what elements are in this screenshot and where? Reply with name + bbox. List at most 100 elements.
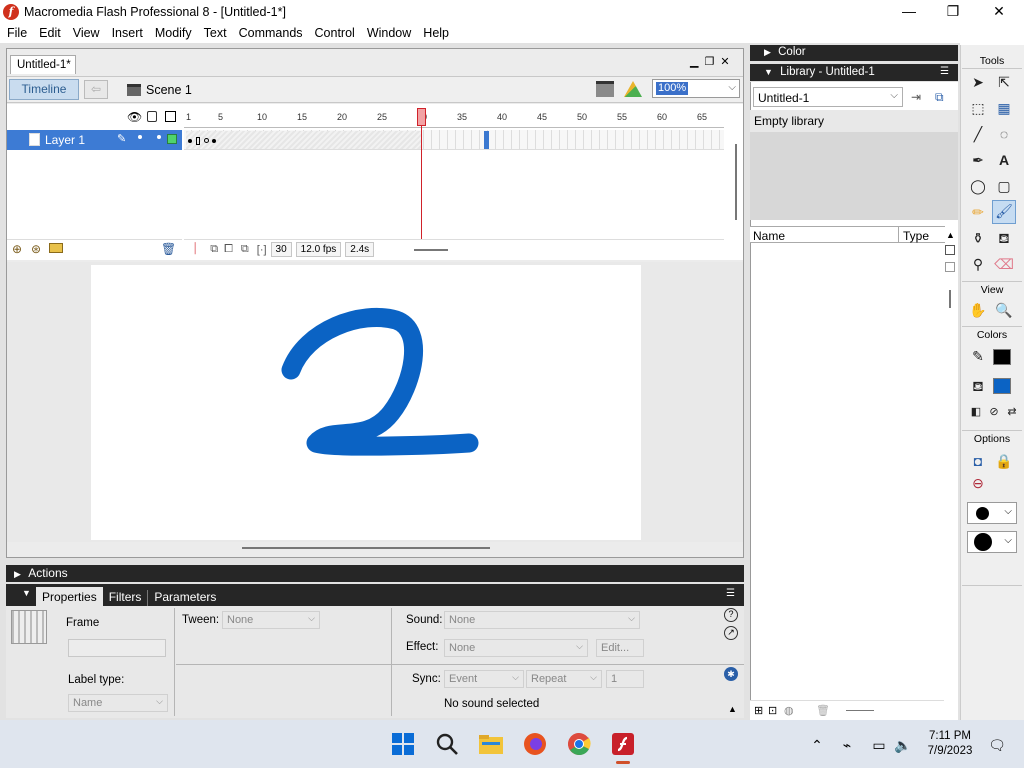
timeline-hscroll[interactable]: [414, 248, 449, 251]
actions-panel-bar[interactable]: ▶ Actions: [6, 565, 744, 582]
label-type-select[interactable]: Name ⌵: [68, 694, 168, 712]
onion-outline-icon[interactable]: ⧠: [224, 243, 233, 256]
windows-start-icon[interactable]: [390, 732, 416, 758]
playhead-handle[interactable]: [417, 108, 426, 126]
doc-close-icon[interactable]: ✕: [720, 55, 729, 71]
outline-icon[interactable]: [165, 111, 176, 122]
empty-keyframe[interactable]: [204, 138, 209, 143]
frame-ruler[interactable]: 1 5 10 15 20 25 30 35 40 45 50 55 60 65: [184, 108, 724, 128]
add-guide-layer-icon[interactable]: ⊛: [31, 242, 41, 256]
help-icon[interactable]: ?: [724, 608, 738, 622]
text-tool-icon[interactable]: A: [994, 150, 1014, 170]
ink-bottle-tool-icon[interactable]: ⚱: [968, 228, 988, 248]
back-arrow-icon[interactable]: ⇦: [84, 80, 108, 99]
paint-bucket-tool-icon[interactable]: ⛾: [994, 228, 1014, 248]
edit-scene-icon[interactable]: [596, 81, 614, 97]
center-frame-icon[interactable]: ⏐: [192, 243, 198, 256]
color-panel-bar[interactable]: ▶ Color: [750, 45, 958, 61]
frame-span[interactable]: [186, 131, 421, 149]
close-button[interactable]: ✕: [976, 0, 1022, 23]
new-symbol-icon[interactable]: ⊞: [754, 704, 763, 717]
menu-help[interactable]: Help: [416, 26, 454, 40]
line-tool-icon[interactable]: ╱: [968, 124, 988, 144]
insert-layer-icon[interactable]: ⊕: [12, 242, 22, 256]
new-library-panel-icon[interactable]: ⧉: [935, 90, 944, 105]
rectangle-tool-icon[interactable]: ▢: [994, 176, 1014, 196]
sort-arrow-icon[interactable]: ▲: [946, 230, 955, 240]
keyframe-dot[interactable]: [188, 139, 192, 143]
zoom-select[interactable]: 100% ⌵: [652, 79, 740, 98]
panel-options-icon[interactable]: ☰: [726, 588, 735, 599]
keyframe-marker[interactable]: [196, 137, 200, 145]
oval-tool-icon[interactable]: ◯: [968, 176, 988, 196]
eyedropper-tool-icon[interactable]: ⚲: [968, 254, 988, 274]
maximize-button[interactable]: ❐: [930, 0, 976, 23]
properties-icon[interactable]: ◍: [784, 704, 794, 717]
taskbar-clock[interactable]: 7:11 PM 7/9/2023: [920, 729, 980, 759]
stage[interactable]: [91, 265, 641, 540]
file-explorer-icon[interactable]: [478, 732, 504, 758]
library-vscroll[interactable]: [949, 290, 951, 308]
pen-tool-icon[interactable]: ✒: [968, 150, 988, 170]
minimize-button[interactable]: —: [886, 0, 932, 23]
collapse-arrow-icon[interactable]: ▲: [728, 704, 737, 714]
edit-in-place-icon[interactable]: ↗: [724, 626, 738, 640]
lock-icon[interactable]: [147, 111, 157, 122]
new-folder-icon[interactable]: ⊡: [768, 704, 777, 717]
volume-icon[interactable]: 🔈: [890, 732, 916, 758]
lock-fill-icon[interactable]: 🔒: [994, 451, 1014, 471]
edit-multiple-frames-icon[interactable]: ⧉: [241, 243, 249, 256]
menu-modify[interactable]: Modify: [148, 26, 197, 40]
menu-commands[interactable]: Commands: [232, 26, 308, 40]
eraser-tool-icon[interactable]: ⌫: [994, 254, 1014, 274]
lock-dot[interactable]: [157, 135, 161, 139]
column-type[interactable]: Type: [903, 229, 929, 243]
timeline-toggle-button[interactable]: Timeline: [9, 79, 79, 100]
stage-hscroll[interactable]: [242, 547, 490, 549]
collapse-triangle-icon[interactable]: ▼: [22, 588, 31, 598]
frame-label-input[interactable]: [68, 639, 166, 657]
layer-row[interactable]: Layer 1 ✎: [7, 130, 182, 150]
object-drawing-icon[interactable]: ◘: [968, 451, 988, 471]
zoom-tool-icon[interactable]: 🔍: [994, 300, 1014, 320]
stage-drawing[interactable]: [91, 265, 641, 540]
menu-file[interactable]: File: [0, 26, 32, 40]
insert-folder-icon[interactable]: [49, 243, 63, 253]
notifications-icon[interactable]: 🗨: [984, 732, 1010, 758]
onion-skin-icon[interactable]: ⧉: [210, 243, 218, 256]
chrome-icon[interactable]: [566, 732, 592, 758]
library-hscroll[interactable]: [846, 710, 874, 711]
repeat-select[interactable]: Repeat ⌵: [526, 670, 602, 688]
chevron-up-icon[interactable]: ⌃: [804, 732, 830, 758]
library-options-icon[interactable]: ☰: [940, 66, 949, 77]
narrow-state-icon[interactable]: [945, 262, 955, 272]
menu-control[interactable]: Control: [308, 26, 360, 40]
tab-properties[interactable]: Properties: [36, 587, 103, 606]
menu-view[interactable]: View: [66, 26, 105, 40]
firefox-icon[interactable]: [522, 732, 548, 758]
doc-restore-icon[interactable]: ❐: [704, 55, 714, 71]
effect-select[interactable]: None ⌵: [444, 639, 588, 657]
lasso-tool-icon[interactable]: ◌: [994, 124, 1014, 144]
search-icon[interactable]: [434, 732, 460, 758]
flash-taskbar-icon[interactable]: [610, 732, 636, 758]
network-icon[interactable]: ⌁: [834, 732, 860, 758]
column-name[interactable]: Name: [753, 229, 785, 243]
gradient-transform-tool-icon[interactable]: ▦: [994, 98, 1014, 118]
frame-rate[interactable]: 12.0 fps: [295, 242, 342, 257]
brush-shape-select[interactable]: ⌵: [967, 531, 1017, 553]
menu-window[interactable]: Window: [360, 26, 416, 40]
brush-tool-icon[interactable]: 🖌: [992, 200, 1016, 224]
repeat-count-input[interactable]: 1: [606, 670, 644, 688]
sound-select[interactable]: None ⌵: [444, 611, 640, 629]
eye-icon[interactable]: 👁: [127, 110, 142, 124]
scene-breadcrumb[interactable]: Scene 1: [127, 80, 192, 99]
menu-insert[interactable]: Insert: [105, 26, 148, 40]
tab-filters[interactable]: Filters: [103, 590, 148, 606]
pin-library-icon[interactable]: ⇥: [911, 90, 921, 104]
pencil-tool-icon[interactable]: ✏: [968, 202, 988, 222]
hand-tool-icon[interactable]: ✋: [968, 300, 988, 320]
library-document-select[interactable]: Untitled-1 ⌵: [753, 87, 903, 107]
outline-color-square[interactable]: [167, 134, 177, 144]
accessibility-icon[interactable]: ✱: [724, 667, 738, 681]
